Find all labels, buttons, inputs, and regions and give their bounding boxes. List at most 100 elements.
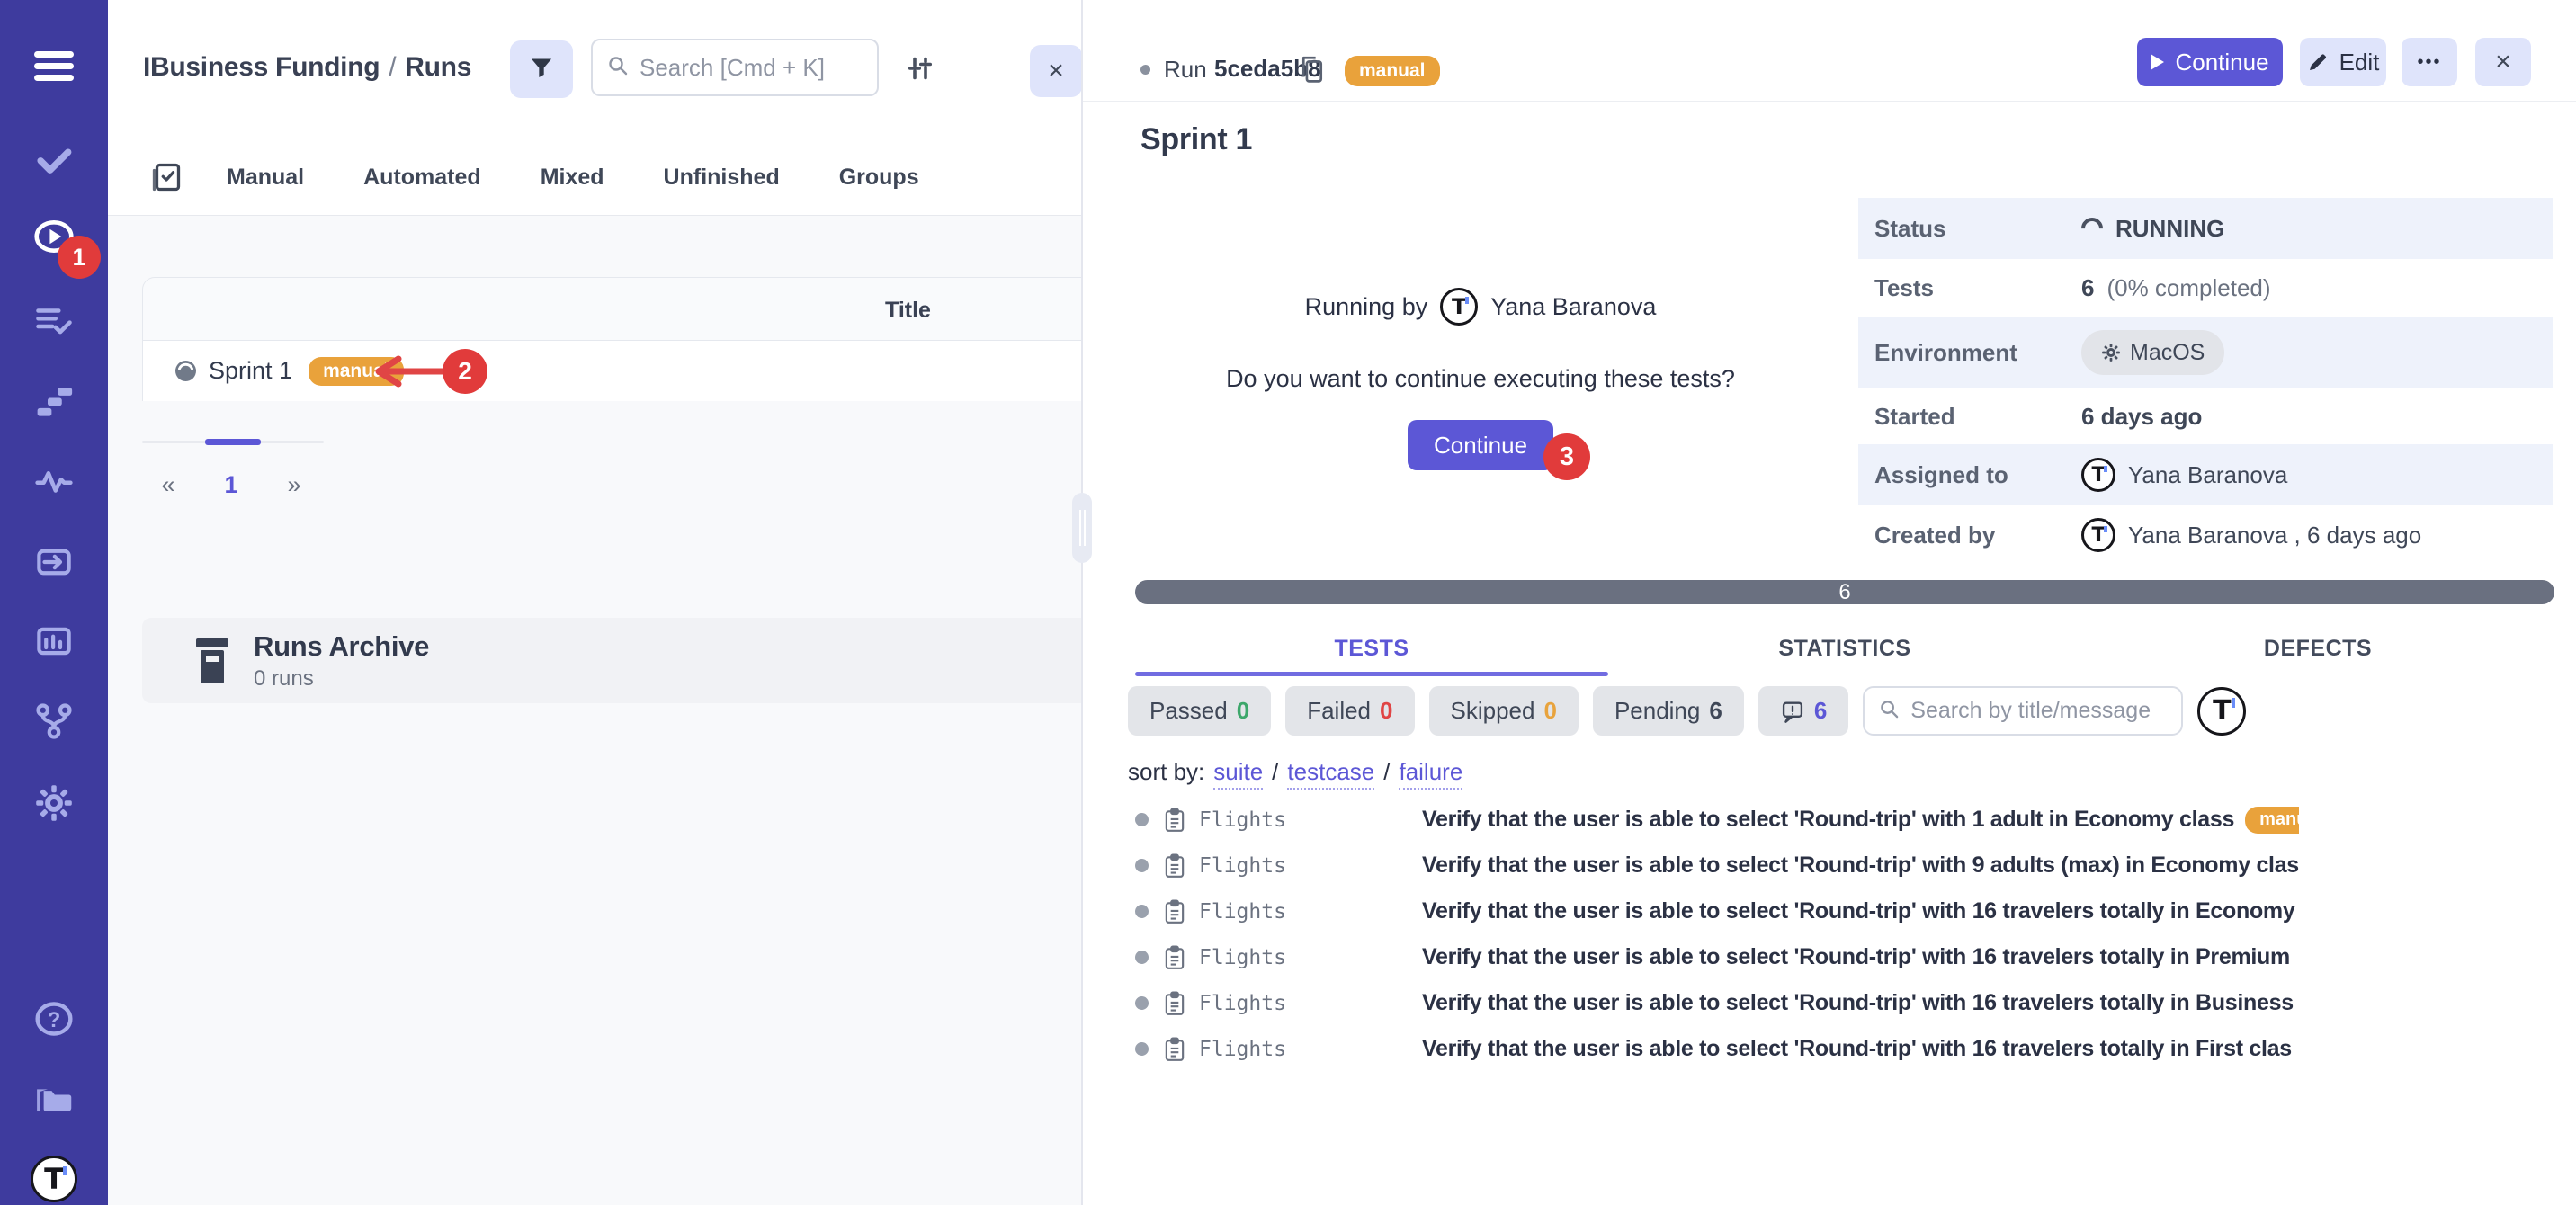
plans-icon[interactable] (33, 299, 75, 341)
testcase-icon (1163, 1037, 1186, 1062)
runs-list-panel: IBusiness Funding/Runs × Manual Automate… (108, 0, 1082, 1205)
sort-separator: / (1272, 758, 1278, 786)
pagination-page-1[interactable]: 1 (218, 471, 245, 499)
pagination-prev[interactable]: « (155, 471, 182, 499)
search-icon (1879, 699, 1900, 724)
test-row[interactable]: Flights Verify that the user is able to … (1128, 888, 2299, 934)
testomat-logo[interactable]: T (30, 1155, 78, 1203)
test-suite[interactable]: Flights (1199, 992, 1422, 1015)
test-suite[interactable]: Flights (1199, 1038, 1422, 1061)
continue-tests-button[interactable]: Continue (1408, 420, 1553, 470)
import-icon[interactable] (33, 541, 75, 583)
assignee-avatar[interactable]: T (2197, 687, 2246, 736)
test-status-dot (1135, 1042, 1149, 1056)
testcase-icon (1163, 853, 1186, 879)
archive-title: Runs Archive (254, 630, 429, 663)
sort-by-failure[interactable]: failure (1399, 758, 1462, 790)
detail-row-status: Status RUNNING (1858, 198, 2553, 259)
runs-search-input[interactable] (640, 54, 863, 82)
detail-row-started: Started 6 days ago (1858, 388, 2553, 444)
test-status-dot (1135, 813, 1149, 826)
menu-icon[interactable] (33, 45, 75, 86)
test-suite[interactable]: Flights (1199, 854, 1422, 878)
test-suite[interactable]: Flights (1199, 946, 1422, 969)
filter-passed[interactable]: Passed0 (1128, 686, 1271, 736)
test-row[interactable]: Flights Verify that the user is able to … (1128, 843, 2299, 888)
test-row[interactable]: Flights Verify that the user is able to … (1128, 797, 2299, 843)
steps-icon[interactable] (33, 380, 75, 422)
runs-archive[interactable]: Runs Archive 0 runs (142, 618, 1082, 703)
sort-by-suite[interactable]: suite (1213, 758, 1263, 790)
test-row[interactable]: Flights Verify that the user is able to … (1128, 1026, 2299, 1072)
testcase-icon (1163, 899, 1186, 924)
test-row[interactable]: Flights Verify that the user is able to … (1128, 934, 2299, 980)
breadcrumb-page: Runs (405, 52, 471, 82)
help-icon[interactable]: ? (33, 998, 75, 1040)
copy-run-id-icon[interactable] (1299, 54, 1326, 89)
reports-icon[interactable] (33, 620, 75, 662)
filter-button[interactable] (510, 40, 573, 98)
tests-search-input[interactable] (1910, 698, 2167, 724)
running-spinner-icon (2077, 213, 2107, 244)
tab-statistics[interactable]: STATISTICS (1608, 620, 2081, 676)
runs-table: Title Sprint 1 manual (142, 277, 1082, 401)
tab-tests[interactable]: TESTS (1135, 620, 1608, 676)
environment-badge[interactable]: MacOS (2081, 330, 2224, 375)
run-status-dot (1140, 65, 1150, 75)
close-run-button[interactable]: × (2475, 38, 2531, 86)
run-row-sprint1[interactable]: Sprint 1 manual (143, 341, 1082, 401)
tab-automated[interactable]: Automated (363, 165, 481, 191)
panel-resize-handle[interactable] (1072, 493, 1092, 563)
close-runs-panel-button[interactable]: × (1030, 45, 1082, 97)
detail-row-environment: Environment MacOS (1858, 317, 2553, 388)
sort-by-testcase[interactable]: testcase (1287, 758, 1374, 790)
breadcrumb-project[interactable]: IBusiness Funding (143, 52, 380, 82)
test-status-dot (1135, 996, 1149, 1010)
tab-manual[interactable]: Manual (227, 165, 304, 191)
user-avatar: T (1440, 288, 1478, 326)
test-type-badge: manual (2245, 807, 2299, 834)
run-name[interactable]: Sprint 1 (209, 357, 292, 385)
more-icon: ••• (2417, 52, 2441, 73)
pending-count: 6 (1838, 580, 1850, 605)
active-tab-underline (1135, 672, 1608, 676)
edit-run-button[interactable]: Edit (2300, 38, 2386, 86)
view-settings-icon[interactable] (904, 52, 936, 89)
test-filters: Passed0 Failed0 Skipped0 Pending6 6 (1128, 686, 2246, 736)
svg-text:?: ? (48, 1008, 61, 1032)
filter-commented[interactable]: 6 (1758, 686, 1848, 736)
tab-unfinished[interactable]: Unfinished (664, 165, 780, 191)
run-header-divider (1083, 101, 2576, 102)
sort-by-label: sort by: (1128, 758, 1204, 786)
runs-search (591, 39, 879, 96)
filter-pending[interactable]: Pending6 (1593, 686, 1744, 736)
test-suite[interactable]: Flights (1199, 808, 1422, 832)
comment-icon (1780, 699, 1805, 724)
projects-icon[interactable] (33, 1077, 75, 1119)
search-icon (607, 55, 629, 81)
filter-skipped[interactable]: Skipped0 (1429, 686, 1579, 736)
test-title: Verify that the user is able to select '… (1422, 898, 2294, 924)
testcase-icon (1163, 991, 1186, 1016)
continue-run-button[interactable]: Continue (2137, 38, 2283, 86)
more-actions-button[interactable]: ••• (2402, 38, 2457, 86)
test-title: Verify that the user is able to select '… (1422, 990, 2294, 1016)
tests-icon[interactable] (33, 138, 75, 180)
checklist-icon[interactable] (150, 161, 183, 193)
pagination-next[interactable]: » (281, 471, 308, 499)
settings-icon[interactable] (33, 782, 75, 824)
branches-icon[interactable] (33, 701, 75, 742)
test-suite[interactable]: Flights (1199, 900, 1422, 924)
test-title: Verify that the user is able to select '… (1422, 807, 2234, 833)
pulse-icon[interactable] (33, 460, 75, 502)
filter-failed[interactable]: Failed0 (1285, 686, 1414, 736)
testcase-icon (1163, 945, 1186, 970)
tab-groups[interactable]: Groups (839, 165, 919, 191)
test-status-dot (1135, 859, 1149, 872)
test-row[interactable]: Flights Verify that the user is able to … (1128, 980, 2299, 1026)
close-icon: × (1048, 56, 1064, 86)
tab-defects[interactable]: DEFECTS (2081, 620, 2554, 676)
running-by-label: Running by (1305, 293, 1428, 321)
gear-icon (2101, 343, 2121, 362)
tab-mixed[interactable]: Mixed (541, 165, 604, 191)
